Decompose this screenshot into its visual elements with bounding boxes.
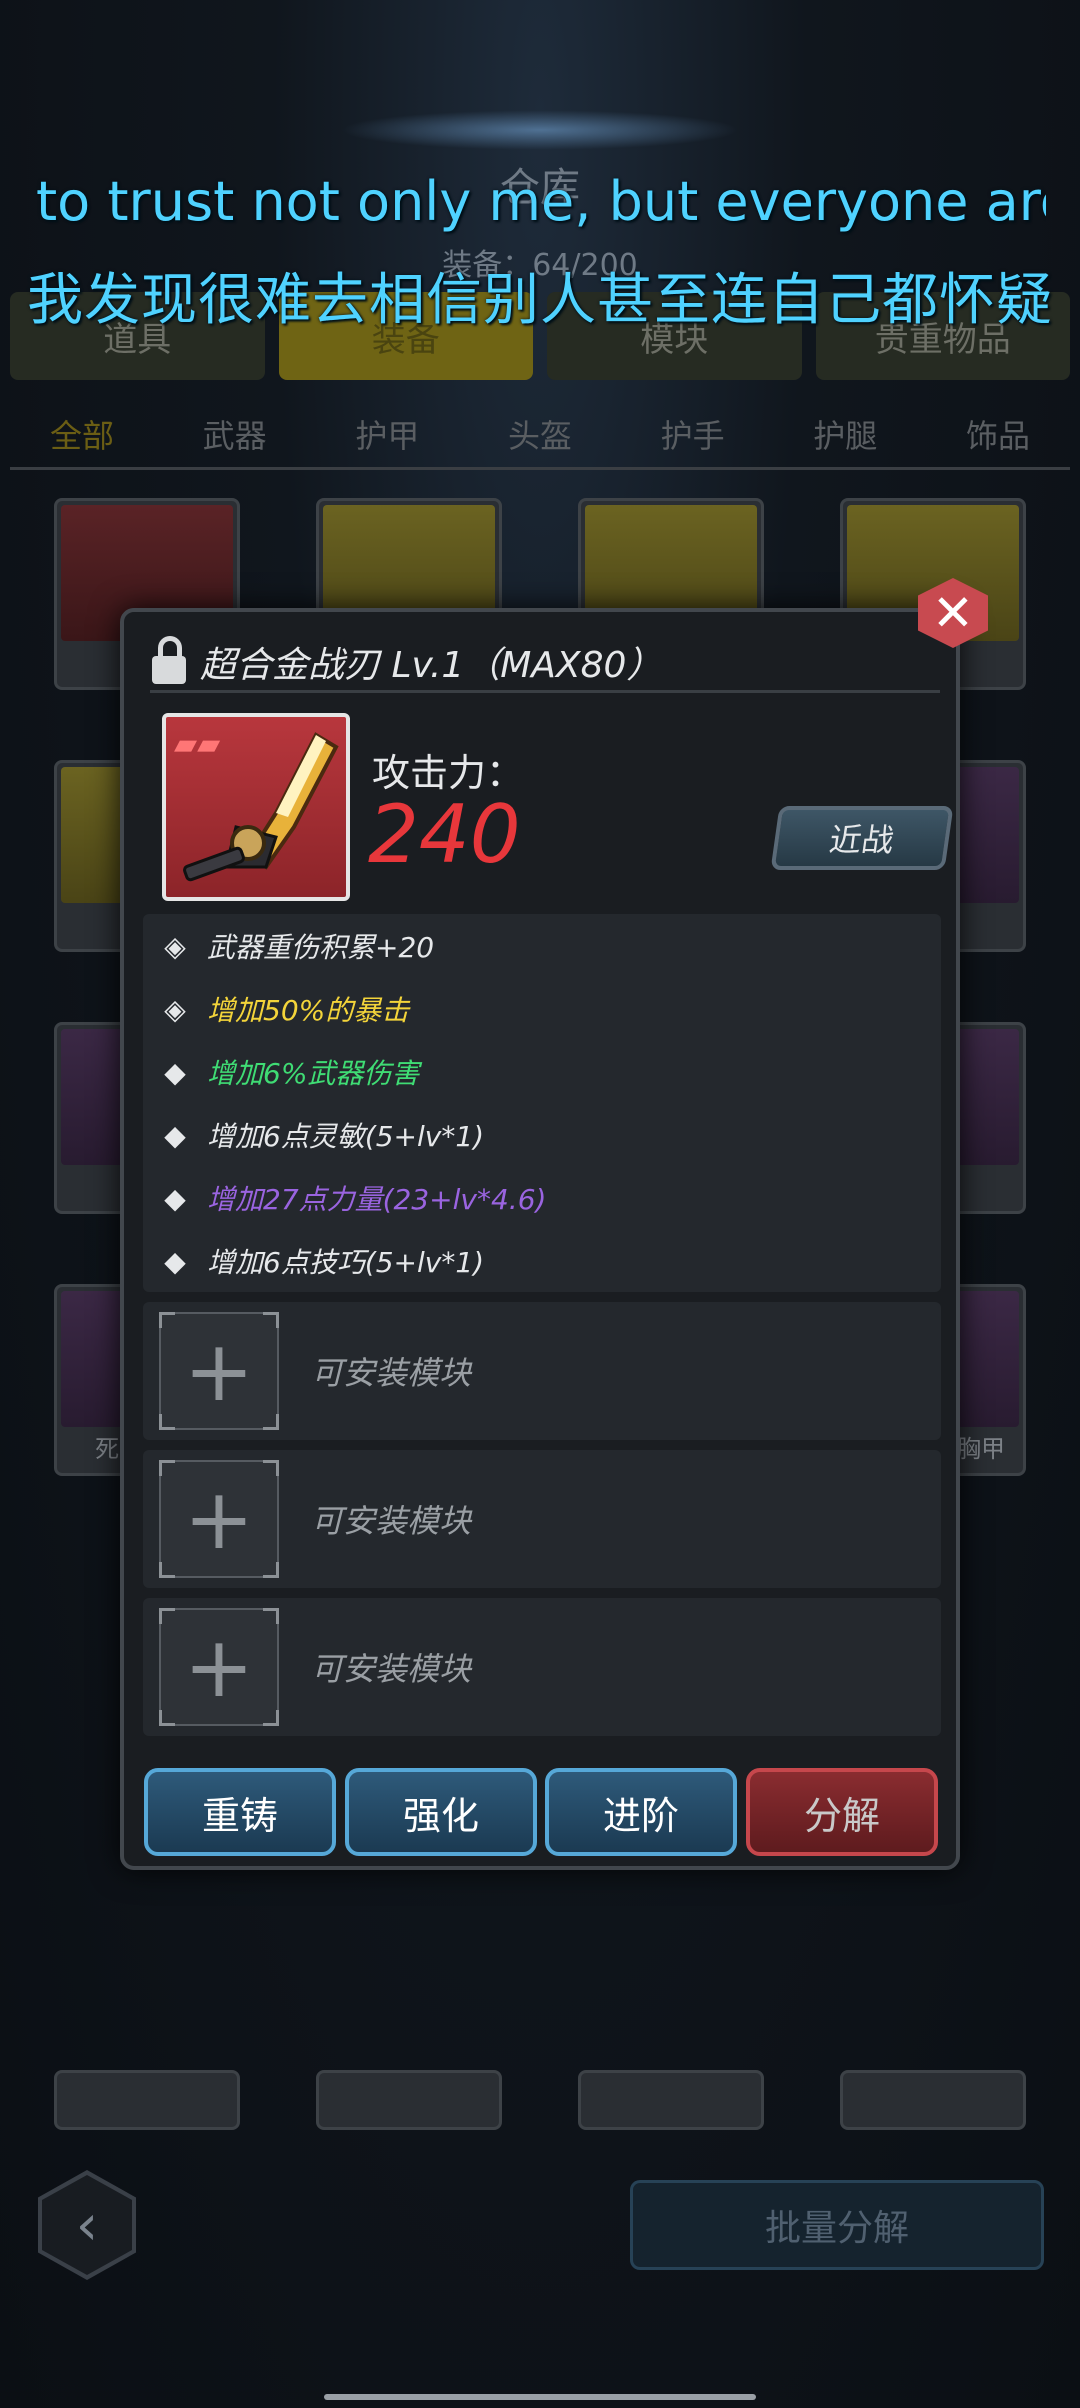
category-accessories[interactable]: 饰品 bbox=[966, 400, 1030, 467]
item-icon: ▰▰ bbox=[162, 713, 350, 901]
stat-text: 增加27点力量(23+lv*4.6) bbox=[207, 1183, 547, 1216]
stat-diamond-icon: ◈ bbox=[164, 929, 186, 963]
add-module-icon[interactable]: + bbox=[159, 1312, 279, 1430]
equipment-card[interactable] bbox=[578, 2070, 764, 2130]
slot-label: 可安装模块 bbox=[311, 1502, 472, 1540]
category-gauntlets[interactable]: 护手 bbox=[661, 400, 725, 467]
unlock-icon[interactable] bbox=[152, 636, 190, 684]
stat-text: 增加6%武器伤害 bbox=[207, 1057, 420, 1090]
module-slot[interactable]: + 可安装模块 bbox=[143, 1450, 941, 1588]
reforge-button[interactable]: 重铸 bbox=[144, 1768, 336, 1856]
blade-icon bbox=[183, 732, 339, 882]
equipment-card[interactable] bbox=[316, 2070, 502, 2130]
stat-diamond-icon: ◈ bbox=[164, 992, 186, 1026]
stat-row: ◆ 增加6点技巧(5+lv*1) bbox=[143, 1233, 484, 1289]
stat-row: ◈ 武器重伤积累+20 bbox=[143, 918, 434, 974]
dismantle-button[interactable]: 分解 bbox=[746, 1768, 938, 1856]
add-module-icon[interactable]: + bbox=[159, 1460, 279, 1578]
stat-row: ◆ 增加6%武器伤害 bbox=[143, 1044, 419, 1100]
title-glow bbox=[340, 110, 740, 150]
category-armor[interactable]: 护甲 bbox=[355, 400, 419, 467]
category-leggings[interactable]: 护腿 bbox=[813, 400, 877, 467]
subtitle-chinese: 我发现很难去相信别人甚至连自己都怀疑 bbox=[27, 268, 1053, 333]
stat-row: ◆ 增加6点灵敏(5+lv*1) bbox=[143, 1107, 484, 1163]
stat-row: ◆ 增加27点力量(23+lv*4.6) bbox=[143, 1170, 546, 1226]
stat-text: 增加50%的暴击 bbox=[207, 994, 410, 1027]
slot-label: 可安装模块 bbox=[311, 1354, 472, 1392]
category-tabs: 全部 武器 护甲 头盔 护手 护腿 饰品 bbox=[10, 400, 1070, 470]
stat-text: 增加6点技巧(5+lv*1) bbox=[207, 1246, 485, 1279]
stat-row: ◈ 增加50%的暴击 bbox=[143, 981, 409, 1037]
add-module-icon[interactable]: + bbox=[159, 1608, 279, 1726]
equipment-card[interactable] bbox=[840, 2070, 1026, 2130]
category-weapons[interactable]: 武器 bbox=[203, 400, 267, 467]
batch-dismantle-button[interactable]: 批量分解 bbox=[630, 2180, 1044, 2270]
stat-text: 增加6点灵敏(5+lv*1) bbox=[207, 1120, 485, 1153]
stat-diamond-icon: ◆ bbox=[164, 1181, 186, 1215]
slot-label: 可安装模块 bbox=[311, 1650, 472, 1688]
title-divider bbox=[150, 690, 940, 693]
stat-diamond-icon: ◆ bbox=[164, 1055, 186, 1089]
stats-panel: ◈ 武器重伤积累+20 ◈ 增加50%的暴击 ◆ 增加6%武器伤害 ◆ 增加6点… bbox=[143, 914, 941, 1292]
subtitle-english: to trust not only me, but everyone arou bbox=[36, 170, 1046, 233]
item-title: 超合金战刃 Lv.1（MAX80） bbox=[200, 645, 663, 686]
module-slot[interactable]: + 可安装模块 bbox=[143, 1598, 941, 1736]
home-indicator[interactable] bbox=[324, 2394, 756, 2400]
weapon-type-badge: 近战 bbox=[770, 806, 954, 870]
category-all[interactable]: 全部 bbox=[50, 400, 114, 467]
equipment-card[interactable] bbox=[54, 2070, 240, 2130]
attack-value: 240 bbox=[368, 788, 521, 881]
stat-text: 武器重伤积累+20 bbox=[207, 931, 435, 964]
module-slot[interactable]: + 可安装模块 bbox=[143, 1302, 941, 1440]
category-helmets[interactable]: 头盔 bbox=[508, 400, 572, 467]
stat-diamond-icon: ◆ bbox=[164, 1244, 186, 1278]
stat-diamond-icon: ◆ bbox=[164, 1118, 186, 1152]
enhance-button[interactable]: 强化 bbox=[345, 1768, 537, 1856]
advance-button[interactable]: 进阶 bbox=[545, 1768, 737, 1856]
